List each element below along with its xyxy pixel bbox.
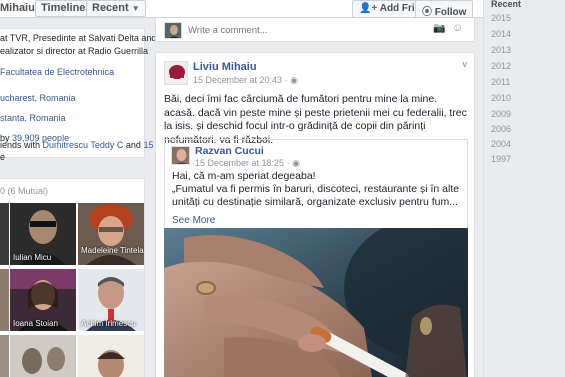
comment-card: 📷 ☺	[155, 18, 475, 42]
friend-name: Iulian Micu	[13, 253, 52, 262]
friend-name: Madeleine Tintela	[81, 246, 144, 255]
friend-tile[interactable]	[10, 335, 76, 377]
friend-photo	[78, 335, 144, 377]
camera-icon[interactable]: 📷	[433, 23, 445, 34]
post-timestamp[interactable]: 15 December at 20:43	[193, 75, 282, 85]
more-mutual-link[interactable]: 15	[143, 140, 153, 150]
avatar-image	[165, 62, 187, 84]
mutual-friend-link[interactable]: Dumitrescu Teddy C	[43, 140, 124, 150]
see-more-link[interactable]: See More	[172, 215, 215, 226]
rss-follow-icon: ⦿	[422, 7, 432, 18]
avatar-image	[165, 23, 181, 38]
comment-input[interactable]	[188, 22, 428, 39]
friend-photo	[10, 335, 76, 377]
shared-timestamp[interactable]: 15 December at 18:25	[195, 158, 284, 168]
intro-mutual-friends: iends with Dumitrescu Teddy C and 15	[0, 140, 154, 150]
post-options-chevron-icon[interactable]: ∨	[461, 59, 468, 70]
left-column: at TVR, Presedinte at Salvati Delta and …	[0, 18, 156, 377]
author-avatar[interactable]	[164, 61, 188, 85]
globe-icon: · ◉	[284, 75, 298, 85]
year-item-2004[interactable]: 2004	[491, 139, 511, 149]
shared-text: Hai, că m-am speriat degeaba! „Fumatul v…	[172, 170, 464, 209]
intro-work: at TVR, Presedinte at Salvati Delta and	[0, 33, 157, 43]
post-timestamp-row: 15 December at 20:43 · ◉	[193, 75, 298, 86]
year-item-2011[interactable]: 2011	[491, 77, 510, 87]
year-item-2015[interactable]: 2015	[491, 13, 511, 23]
friend-tile-partial[interactable]	[0, 269, 9, 331]
follow-button[interactable]: ⦿ Follow	[415, 0, 474, 18]
post-photo[interactable]	[164, 228, 468, 377]
year-item-2006[interactable]: 2006	[491, 124, 511, 134]
friend-tile[interactable]	[78, 335, 144, 377]
year-item-2013[interactable]: 2013	[491, 45, 511, 55]
friend-tile[interactable]: Madeleine Tintela	[78, 203, 144, 265]
year-item-2014[interactable]: 2014	[491, 29, 511, 39]
year-item-2012[interactable]: 2012	[491, 61, 511, 71]
profile-name[interactable]: Mihaiu	[0, 2, 35, 14]
intro-work-2: ealizator si director at Radio Guerrilla	[0, 46, 149, 56]
year-item-2010[interactable]: 2010	[491, 93, 511, 103]
follow-label: Follow	[434, 7, 467, 18]
timeline-nav-bar: Mihaiu Timeline▼ Recent▼ 👤+ Add Friend ⦿…	[0, 0, 483, 18]
commenter-avatar	[164, 22, 182, 39]
post-author[interactable]: Liviu Mihaiu	[193, 61, 257, 73]
intro-from[interactable]: stanta, Romania	[0, 113, 66, 123]
chevron-down-icon: ▼	[131, 4, 140, 13]
shared-text-line1: Hai, că m-am speriat degeaba!	[172, 170, 316, 182]
year-item-recent[interactable]: Recent	[491, 0, 521, 9]
emoji-icon[interactable]: ☺	[452, 22, 463, 34]
shared-author-avatar[interactable]	[171, 146, 190, 165]
year-item-2009[interactable]: 2009	[491, 109, 511, 119]
shared-author[interactable]: Razvan Cucui	[195, 145, 264, 157]
shared-post: Razvan Cucui 15 December at 18:25 · ◉ Ha…	[164, 139, 468, 377]
globe-icon: · ◉	[286, 158, 300, 168]
intro-education[interactable]: Facultatea de Electrotehnica	[0, 67, 114, 77]
recent-dropdown-label: Recent	[92, 2, 129, 14]
friend-tile-partial[interactable]	[0, 335, 9, 377]
timeline-dropdown-label: Timeline	[41, 2, 86, 14]
friend-name: Ioana Stoian	[13, 319, 58, 328]
smoking-hand-photo	[164, 228, 468, 377]
friends-count-header[interactable]: 0 (6 Mutual)	[0, 186, 48, 196]
shared-timestamp-row: 15 December at 18:25 · ◉	[195, 158, 300, 169]
friend-tile[interactable]: Achim Irimescu	[78, 269, 144, 331]
intro-box: at TVR, Presedinte at Salvati Delta and …	[0, 28, 156, 158]
intro-more-text: e	[0, 152, 6, 162]
shared-text-line2: „Fumatul va fi permis în baruri, discote…	[172, 183, 460, 208]
avatar-image	[172, 147, 189, 164]
friend-tile[interactable]: Ioana Stoian	[10, 269, 76, 331]
friend-tile[interactable]: Iulian Micu	[10, 203, 76, 265]
intro-lives-in[interactable]: ucharest, Romania	[0, 93, 76, 103]
timeline-year-nav: Recent 2015 2014 2013 2012 2011 2010 200…	[483, 0, 565, 377]
friend-tile-partial[interactable]	[0, 203, 9, 265]
post-card: Liviu Mihaiu 15 December at 20:43 · ◉ ∨ …	[155, 52, 475, 377]
friends-box: 0 (6 Mutual) Iulian Micu Madeleine Tinte…	[0, 178, 145, 377]
add-friend-icon: 👤+	[359, 3, 378, 14]
recent-dropdown[interactable]: Recent ▼	[86, 0, 146, 17]
friend-photo	[78, 203, 144, 265]
friend-name: Achim Irimescu	[81, 319, 136, 328]
year-item-1997[interactable]: 1997	[491, 154, 511, 164]
